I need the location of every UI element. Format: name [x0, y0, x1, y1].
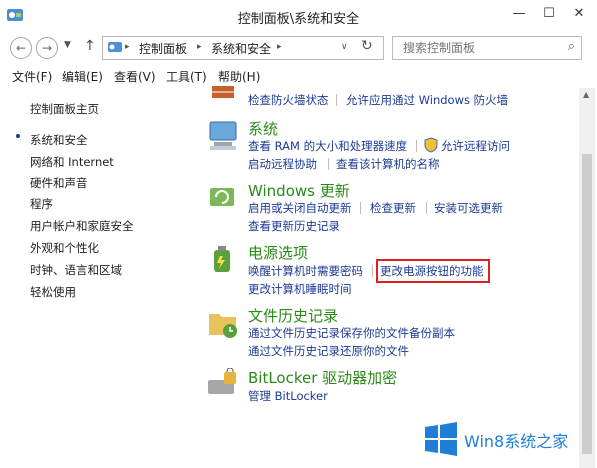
- link-allow-remote-access[interactable]: 允许远程访问: [441, 138, 510, 154]
- link-computer-name[interactable]: 查看该计算机的名称: [336, 156, 440, 172]
- link-allow-app-firewall[interactable]: 允许应用通过 Windows 防火墙: [346, 92, 508, 108]
- menu-bar: 文件(F) 编辑(E) 查看(V) 工具(T) 帮助(H): [0, 65, 597, 85]
- category-system[interactable]: 系统: [248, 118, 278, 139]
- sidebar-item-programs[interactable]: 程序: [30, 196, 53, 212]
- search-input[interactable]: [401, 40, 555, 56]
- back-button[interactable]: ←: [10, 37, 32, 59]
- system-computer-icon: [209, 121, 237, 150]
- sidebar-item-system-security[interactable]: 系统和安全: [30, 132, 88, 148]
- menu-file[interactable]: 文件(F): [12, 68, 52, 85]
- maximize-button[interactable]: ☐: [536, 4, 562, 24]
- close-button[interactable]: ✕: [566, 4, 592, 24]
- menu-tools[interactable]: 工具(T): [166, 68, 207, 85]
- address-row: ← → ▼ ↑ ▸ 控制面板 ▸ 系统和安全 ▸ ∨ ↻ ⌕: [0, 34, 597, 62]
- breadcrumb-control-panel[interactable]: 控制面板: [139, 40, 187, 57]
- link-separator: [328, 158, 329, 170]
- forward-arrow-icon: →: [41, 41, 53, 55]
- windows-logo-icon: [425, 422, 457, 456]
- vertical-scrollbar[interactable]: ▲: [579, 88, 595, 468]
- link-separator: [360, 202, 361, 214]
- sidebar-item-hardware[interactable]: 硬件和声音: [30, 175, 88, 191]
- up-button[interactable]: ↑: [84, 38, 96, 54]
- breadcrumb-separator-icon: ▸: [277, 42, 282, 52]
- forward-button[interactable]: →: [36, 37, 58, 59]
- uac-shield-icon: [424, 137, 438, 153]
- breadcrumb-separator-icon: ▸: [197, 42, 202, 52]
- link-manage-bitlocker[interactable]: 管理 BitLocker: [248, 388, 328, 404]
- link-check-updates[interactable]: 检查更新: [370, 200, 416, 216]
- scroll-up-icon[interactable]: ▲: [583, 90, 589, 99]
- control-panel-icon: [108, 42, 122, 52]
- menu-help[interactable]: 帮助(H): [218, 68, 260, 85]
- link-remote-assistance[interactable]: 启动远程协助: [248, 156, 317, 172]
- bitlocker-icon: [208, 368, 236, 394]
- selected-bullet-icon: [16, 134, 20, 138]
- recent-dropdown-icon[interactable]: ▼: [64, 40, 71, 50]
- category-windows-update[interactable]: Windows 更新: [248, 180, 350, 201]
- category-bitlocker[interactable]: BitLocker 驱动器加密: [248, 367, 397, 388]
- sidebar-item-user-accounts[interactable]: 用户帐户和家庭安全: [30, 218, 134, 234]
- link-separator: [336, 94, 337, 106]
- sidebar-item-ease-of-access[interactable]: 轻松使用: [30, 284, 76, 300]
- link-save-backup[interactable]: 通过文件历史记录保存你的文件备份副本: [248, 325, 455, 341]
- sidebar-item-clock-region[interactable]: 时钟、语言和区域: [30, 262, 122, 278]
- minimize-button[interactable]: —: [506, 4, 532, 24]
- link-separator: [416, 140, 417, 152]
- category-file-history[interactable]: 文件历史记录: [248, 305, 338, 326]
- search-icon[interactable]: ⌕: [568, 39, 575, 54]
- link-restore-files[interactable]: 通过文件历史记录还原你的文件: [248, 343, 409, 359]
- file-history-icon: [209, 314, 237, 338]
- menu-edit[interactable]: 编辑(E): [62, 68, 103, 85]
- refresh-icon[interactable]: ↻: [361, 38, 373, 54]
- highlight-box: [376, 259, 490, 283]
- link-separator: [372, 265, 373, 277]
- menu-view[interactable]: 查看(V): [114, 68, 156, 85]
- link-sleep-time[interactable]: 更改计算机睡眠时间: [248, 281, 352, 297]
- watermark: Win8系统之家: [424, 420, 595, 460]
- sidebar-item-network[interactable]: 网络和 Internet: [30, 154, 114, 170]
- search-box: ⌕: [392, 36, 582, 60]
- address-bar[interactable]: ▸ 控制面板 ▸ 系统和安全 ▸ ∨ ↻: [102, 36, 384, 60]
- scroll-thumb[interactable]: [582, 154, 592, 454]
- link-separator: [426, 202, 427, 214]
- back-arrow-icon: ←: [15, 41, 27, 55]
- link-update-history[interactable]: 查看更新历史记录: [248, 218, 340, 234]
- category-power-options[interactable]: 电源选项: [248, 242, 308, 263]
- sidebar-item-appearance[interactable]: 外观和个性化: [30, 240, 99, 256]
- sidebar-home[interactable]: 控制面板主页: [30, 101, 99, 117]
- power-options-icon: [214, 246, 230, 272]
- breadcrumb-separator-icon: ▸: [125, 42, 130, 52]
- link-auto-update[interactable]: 启用或关闭自动更新: [248, 200, 352, 216]
- link-wake-password[interactable]: 唤醒计算机时需要密码: [248, 263, 363, 279]
- firewall-icon: [212, 86, 234, 98]
- watermark-text: Win8系统之家: [464, 432, 569, 451]
- link-check-firewall[interactable]: 检查防火墙状态: [248, 92, 329, 108]
- title-bar: 控制面板\系统和安全 — ☐ ✕: [0, 0, 597, 32]
- windows-update-icon: [210, 188, 234, 206]
- link-view-ram[interactable]: 查看 RAM 的大小和处理器速度: [248, 138, 407, 154]
- address-dropdown-icon[interactable]: ∨: [341, 42, 348, 52]
- link-optional-updates[interactable]: 安装可选更新: [434, 200, 503, 216]
- breadcrumb-system-security[interactable]: 系统和安全: [211, 40, 271, 57]
